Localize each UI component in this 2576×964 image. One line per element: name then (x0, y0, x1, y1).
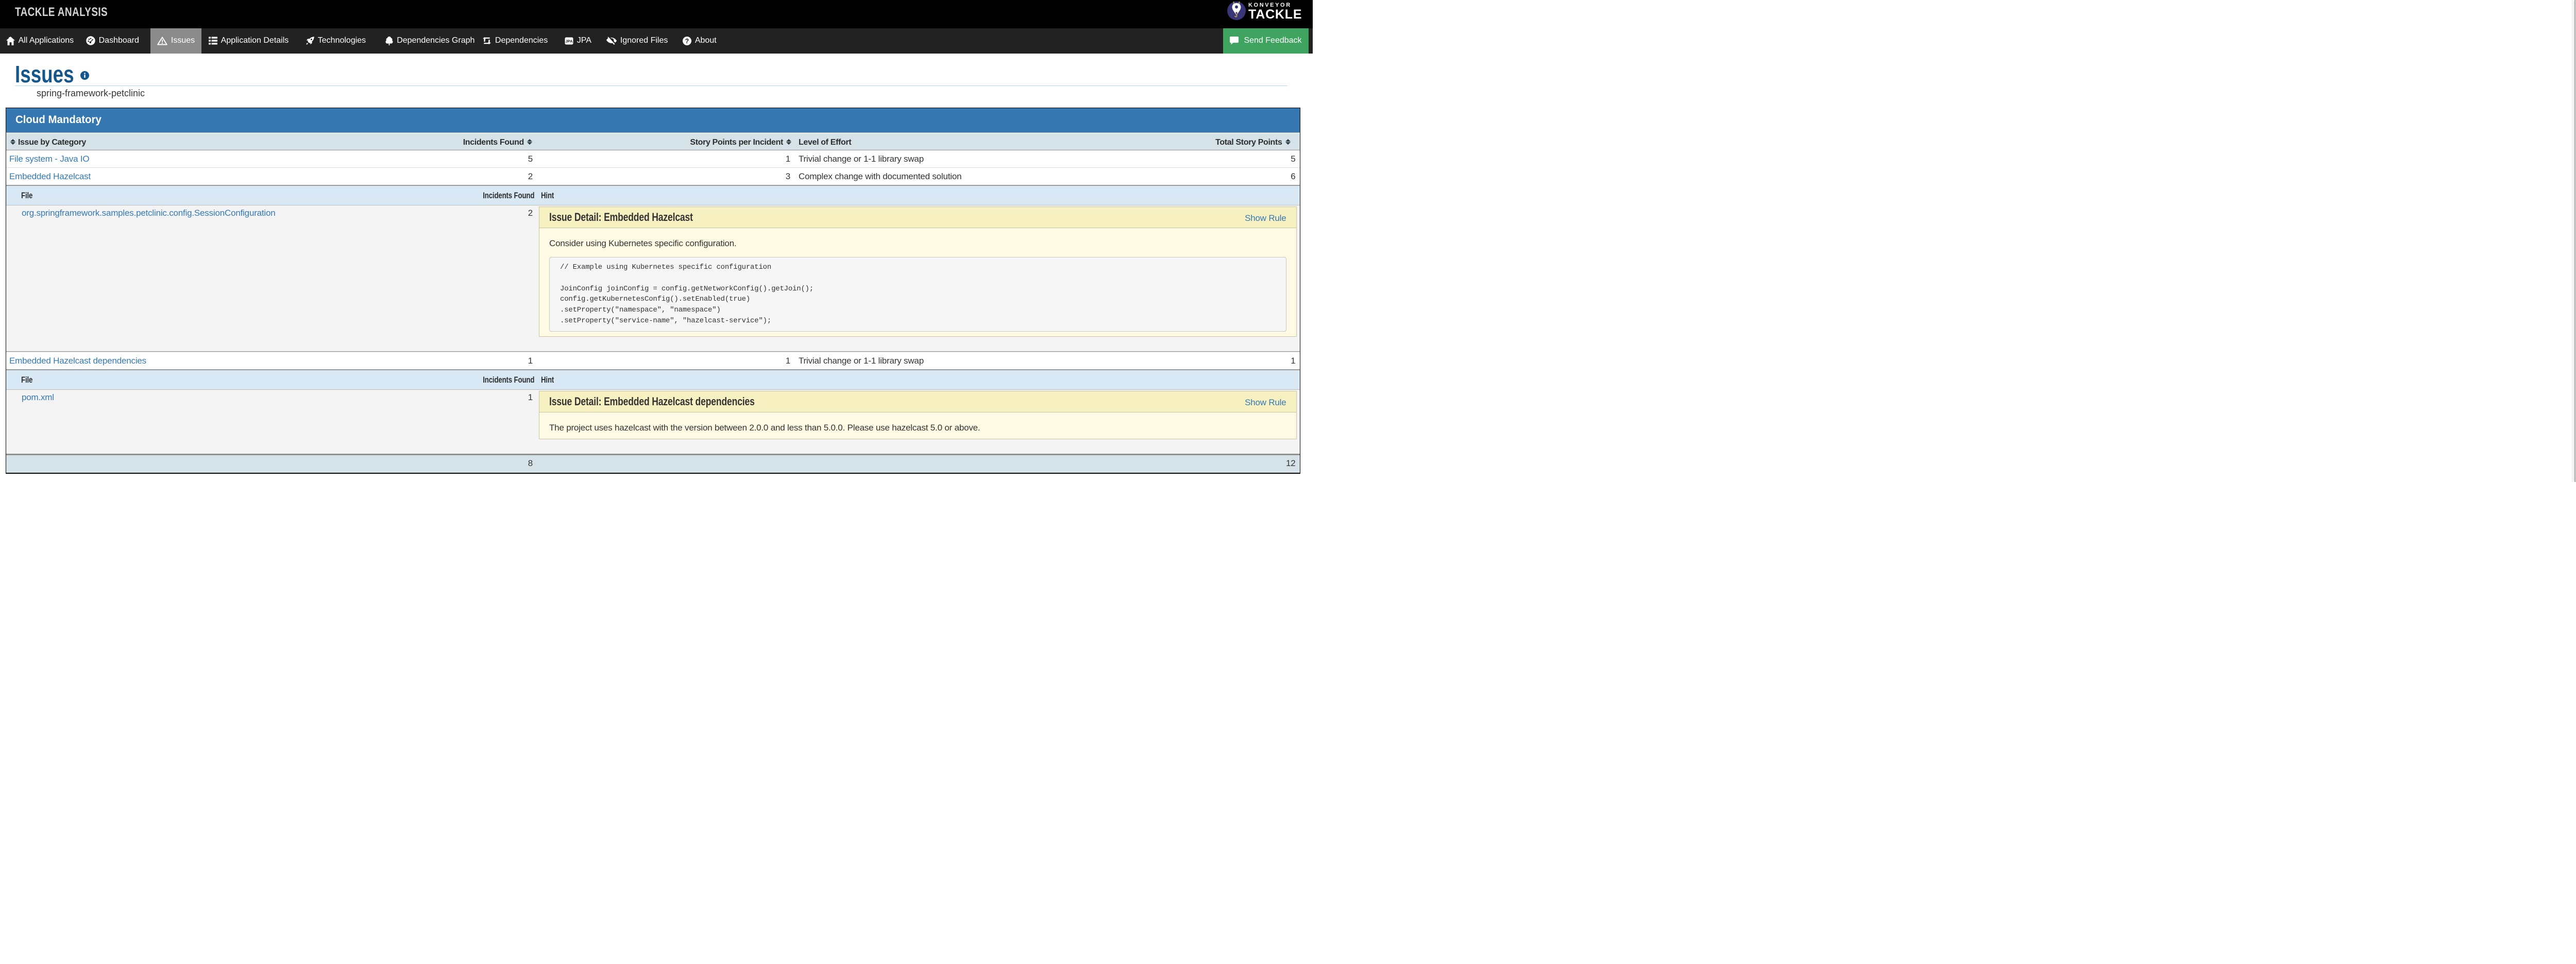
svg-text:JPA: JPA (565, 39, 573, 43)
svg-text:?: ? (685, 38, 689, 45)
